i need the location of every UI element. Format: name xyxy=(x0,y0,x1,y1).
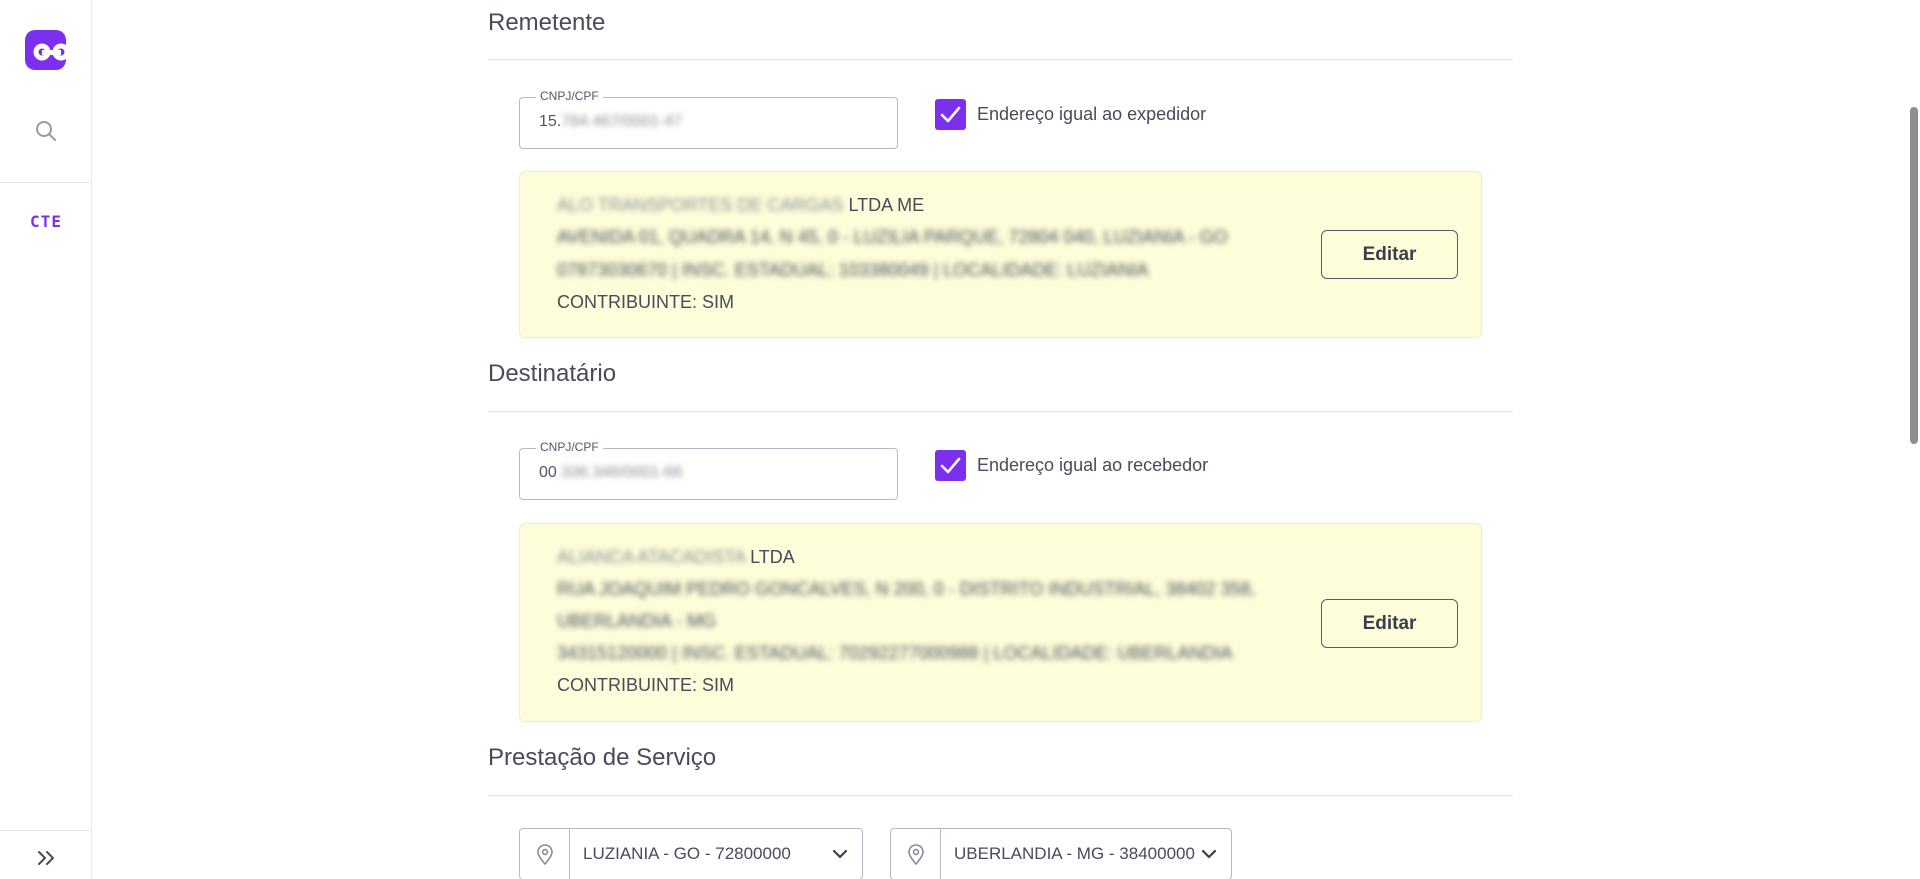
remetente-card: ALO TRANSPORTES DE CARGAS LTDA ME AVENID… xyxy=(519,171,1482,338)
scrollbar-thumb[interactable] xyxy=(1910,107,1918,444)
endereco-igual-recebedor-label: Endereço igual ao recebedor xyxy=(977,455,1209,475)
cnpj-value: 00.336.346/0001-66 xyxy=(539,464,683,481)
sidebar-item-cte[interactable]: CTE xyxy=(0,212,92,231)
destinatario-name: ALIANCA ATACADISTA LTDA xyxy=(557,547,795,567)
chevron-down-icon xyxy=(1201,849,1217,859)
double-chevron-right-icon[interactable] xyxy=(34,846,58,870)
cnpj-value: 15.784.467/0001-47 xyxy=(539,113,683,130)
main-content: Remetente CNPJ/CPF 15.784.467/0001-47 En… xyxy=(92,0,1902,879)
endereco-igual-expedidor-checkbox[interactable] xyxy=(935,99,966,130)
remetente-cnpj-field[interactable]: CNPJ/CPF 15.784.467/0001-47 xyxy=(519,89,898,149)
remetente-address: AVENIDA 01, QUADRA 14, N 45, 0 - LUZILIA… xyxy=(557,227,1228,247)
remetente-edit-button[interactable]: Editar xyxy=(1321,230,1458,279)
search-icon[interactable] xyxy=(34,119,58,143)
destinatario-address-city: UBERLANDIA - MG xyxy=(557,611,717,631)
cnpj-label: CNPJ/CPF xyxy=(536,440,603,454)
destinatario-contribuinte: CONTRIBUINTE: SIM xyxy=(557,675,735,695)
prestacao-title: Prestação de Serviço xyxy=(488,744,717,771)
remetente-ids: 07873030670 | INSC. ESTADUAL: 103380049 … xyxy=(557,260,1149,280)
destinatario-title: Destinatário xyxy=(488,360,617,387)
destino-value: UBERLANDIA - MG - 38400000 xyxy=(954,844,1195,863)
endereco-igual-expedidor-label: Endereço igual ao expedidor xyxy=(977,104,1207,124)
sidebar-divider xyxy=(0,182,92,183)
remetente-contribuinte: CONTRIBUINTE: SIM xyxy=(557,292,735,312)
destino-select[interactable]: UBERLANDIA - MG - 38400000 xyxy=(890,828,1232,879)
map-pin-icon xyxy=(520,829,570,879)
section-divider xyxy=(488,59,1513,60)
remetente-title: Remetente xyxy=(488,9,606,36)
map-pin-icon xyxy=(891,829,941,879)
cnpj-label: CNPJ/CPF xyxy=(536,89,603,103)
destinatario-card: ALIANCA ATACADISTA LTDA RUA JOAQUIM PEDR… xyxy=(519,523,1482,722)
logo-icon[interactable] xyxy=(25,30,66,70)
sidebar-bottom-divider xyxy=(0,830,92,831)
origem-select[interactable]: LUZIANIA - GO - 72800000 xyxy=(519,828,863,879)
origem-value: LUZIANIA - GO - 72800000 xyxy=(583,844,791,863)
chevron-down-icon xyxy=(832,849,848,859)
vertical-scrollbar[interactable] xyxy=(1902,0,1920,879)
destinatario-edit-button[interactable]: Editar xyxy=(1321,599,1458,648)
endereco-igual-recebedor-checkbox[interactable] xyxy=(935,450,966,481)
remetente-name: ALO TRANSPORTES DE CARGAS LTDA ME xyxy=(557,195,925,215)
section-divider xyxy=(488,795,1513,796)
destinatario-address: RUA JOAQUIM PEDRO GONCALVES, N 200, 0 - … xyxy=(557,579,1256,599)
section-divider xyxy=(488,411,1513,412)
destinatario-ids: 34315120000 | INSC. ESTADUAL: 7029227700… xyxy=(557,643,1233,663)
sidebar: CTE xyxy=(0,0,92,879)
destinatario-cnpj-field[interactable]: CNPJ/CPF 00.336.346/0001-66 xyxy=(519,440,898,500)
